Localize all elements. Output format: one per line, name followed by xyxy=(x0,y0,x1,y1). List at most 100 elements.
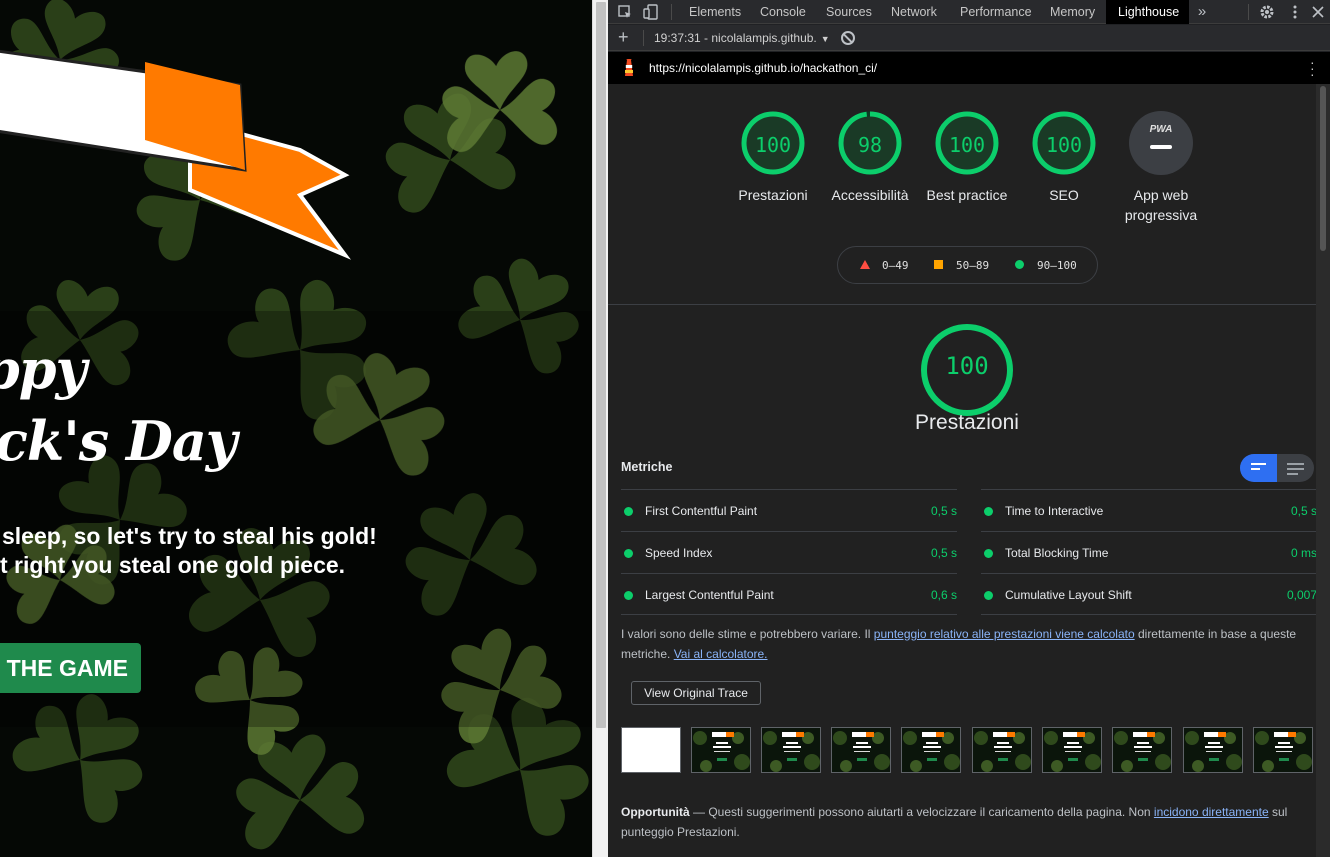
gauge-performance[interactable]: 100 Prestazioni xyxy=(728,110,818,205)
metrics-view-toggle[interactable] xyxy=(1240,454,1314,482)
calculator-link[interactable]: Vai al calcolatore. xyxy=(674,647,768,661)
gauge-label: App web progressiva xyxy=(1116,185,1206,225)
legend-fail: 0–49 xyxy=(882,259,909,272)
tab-network[interactable]: Network xyxy=(883,0,945,24)
gauge-label: Prestazioni xyxy=(738,187,808,203)
metric-value: 0,5 s xyxy=(930,504,957,518)
page-thumbnail xyxy=(832,728,890,772)
metric-name: Total Blocking Time xyxy=(1005,546,1109,560)
gauge-best-practices[interactable]: 100 Best practice xyxy=(922,110,1012,205)
metrics-heading: Metriche xyxy=(621,460,673,474)
gauge-score: 100 xyxy=(754,133,792,157)
gauge-label: Accessibilità xyxy=(831,187,909,203)
gauge-seo[interactable]: 100 SEO xyxy=(1019,110,1109,205)
filmstrip-frame xyxy=(1042,727,1102,773)
page-thumbnail xyxy=(762,728,820,772)
toolbar-divider xyxy=(671,4,672,20)
toolbar-divider xyxy=(1248,4,1249,20)
filmstrip-frame xyxy=(901,727,961,773)
tab-performance[interactable]: Performance xyxy=(952,0,1040,24)
direct-impact-link[interactable]: incidono direttamente xyxy=(1154,805,1269,819)
page-thumbnail xyxy=(973,728,1031,772)
pass-circle-icon xyxy=(624,507,633,516)
pass-circle-icon xyxy=(984,591,993,600)
metric-speed-index: Speed Index 0,5 s xyxy=(621,531,957,573)
gear-icon[interactable] xyxy=(1259,4,1275,20)
hero-subtitle-line2: t right you steal one gold piece. xyxy=(0,552,346,578)
performance-title: Prestazioni xyxy=(915,411,1019,434)
expanded-list-icon[interactable] xyxy=(1287,463,1304,478)
devtools-tabbar: Elements Console Sources Network Perform… xyxy=(608,0,1330,24)
more-tabs-icon[interactable]: » xyxy=(1194,4,1210,20)
chevron-down-icon: ▼ xyxy=(820,34,830,44)
filmstrip-frame xyxy=(831,727,891,773)
gauge-score: 100 xyxy=(948,133,986,157)
page-thumbnail xyxy=(1043,728,1101,772)
tab-lighthouse[interactable]: Lighthouse xyxy=(1106,0,1189,24)
device-toolbar-icon[interactable] xyxy=(643,4,659,20)
lighthouse-logo-icon xyxy=(625,59,633,76)
legend-average: 50–89 xyxy=(956,259,990,272)
compact-view-button[interactable] xyxy=(1240,454,1277,482)
filmstrip-frame xyxy=(761,727,821,773)
report-url-bar: https://nicolalampis.github.io/hackathon… xyxy=(608,52,1330,84)
filmstrip-frame xyxy=(1183,727,1243,773)
metric-name: Speed Index xyxy=(645,546,713,560)
gauge-accessibility[interactable]: 98 Accessibilità xyxy=(825,110,915,205)
tab-sources[interactable]: Sources xyxy=(818,0,880,24)
kebab-menu-icon[interactable] xyxy=(1287,4,1303,20)
page-scrollbar[interactable] xyxy=(592,0,608,857)
performance-gauge-large: 100 xyxy=(920,323,1014,417)
compact-list-icon xyxy=(1251,463,1266,473)
estimate-note: I valori sono delle stime e potrebbero v… xyxy=(621,624,1311,664)
page-scrollbar-thumb[interactable] xyxy=(596,2,606,728)
metrics-divider xyxy=(981,614,1317,615)
report-selector[interactable]: 19:37:31 - nicolalampis.github. ▼ xyxy=(654,31,830,45)
pass-circle-icon xyxy=(984,507,993,516)
lighthouse-report: 100 Prestazioni 98 Accessibilità 100 Bes… xyxy=(608,84,1317,857)
filmstrip-frame xyxy=(972,727,1032,773)
pwa-label-line1: App web xyxy=(1133,187,1189,203)
web-page-viewport: appy rick's Day sleep, so let's try to s… xyxy=(0,0,592,857)
gauge-label: Best practice xyxy=(926,187,1008,203)
lighthouse-toolbar: + 19:37:31 - nicolalampis.github. ▼ xyxy=(608,25,1330,51)
report-url[interactable]: https://nicolalampis.github.io/hackathon… xyxy=(649,61,877,75)
metric-name: Cumulative Layout Shift xyxy=(1005,588,1132,602)
filmstrip-frame xyxy=(691,727,751,773)
clear-reports-icon[interactable] xyxy=(841,31,855,45)
gauge-pwa[interactable]: PWA App web progressiva xyxy=(1116,110,1206,225)
gauge-score: 100 xyxy=(1045,133,1083,157)
opportunities-intro: Opportunità — Questi suggerimenti posson… xyxy=(621,802,1311,842)
score-calculation-link[interactable]: punteggio relativo alle prestazioni vien… xyxy=(874,627,1135,641)
metric-fcp: First Contentful Paint 0,5 s xyxy=(621,489,957,531)
page-thumbnail xyxy=(1184,728,1242,772)
pass-circle-icon xyxy=(624,549,633,558)
view-original-trace-button[interactable]: View Original Trace xyxy=(631,681,761,705)
opportunities-text: — Questi suggerimenti possono aiutarti a… xyxy=(689,805,1154,819)
filmstrip-frame xyxy=(621,727,681,773)
performance-score: 100 xyxy=(945,352,989,380)
report-selector-label: 19:37:31 - nicolalampis.github. xyxy=(654,31,817,45)
tab-elements[interactable]: Elements xyxy=(681,0,749,24)
page-thumbnail xyxy=(902,728,960,772)
report-menu-icon[interactable]: · · · xyxy=(1310,55,1315,81)
metrics-divider xyxy=(621,614,957,615)
pass-circle-icon xyxy=(984,549,993,558)
close-icon[interactable] xyxy=(1310,4,1326,20)
fail-triangle-icon xyxy=(860,260,870,269)
metric-value: 0,5 s xyxy=(1290,504,1317,518)
tab-console[interactable]: Console xyxy=(752,0,814,24)
metric-cls: Cumulative Layout Shift 0,007 xyxy=(981,573,1317,615)
inspect-element-icon[interactable] xyxy=(617,4,633,20)
opportunities-heading: Opportunità xyxy=(621,805,690,819)
pwa-badge-text: PWA xyxy=(1149,124,1173,135)
new-report-icon[interactable]: + xyxy=(618,28,629,46)
report-scrollbar[interactable] xyxy=(1316,84,1330,857)
devtools-panel: Elements Console Sources Network Perform… xyxy=(608,0,1330,857)
note-text: I valori sono delle stime e potrebbero v… xyxy=(621,627,874,641)
score-legend: 0–49 50–89 90–100 xyxy=(837,246,1098,284)
report-scrollbar-thumb[interactable] xyxy=(1320,86,1326,251)
start-game-button[interactable]: T THE GAME xyxy=(0,643,141,693)
tab-memory[interactable]: Memory xyxy=(1042,0,1103,24)
pass-circle-icon xyxy=(624,591,633,600)
